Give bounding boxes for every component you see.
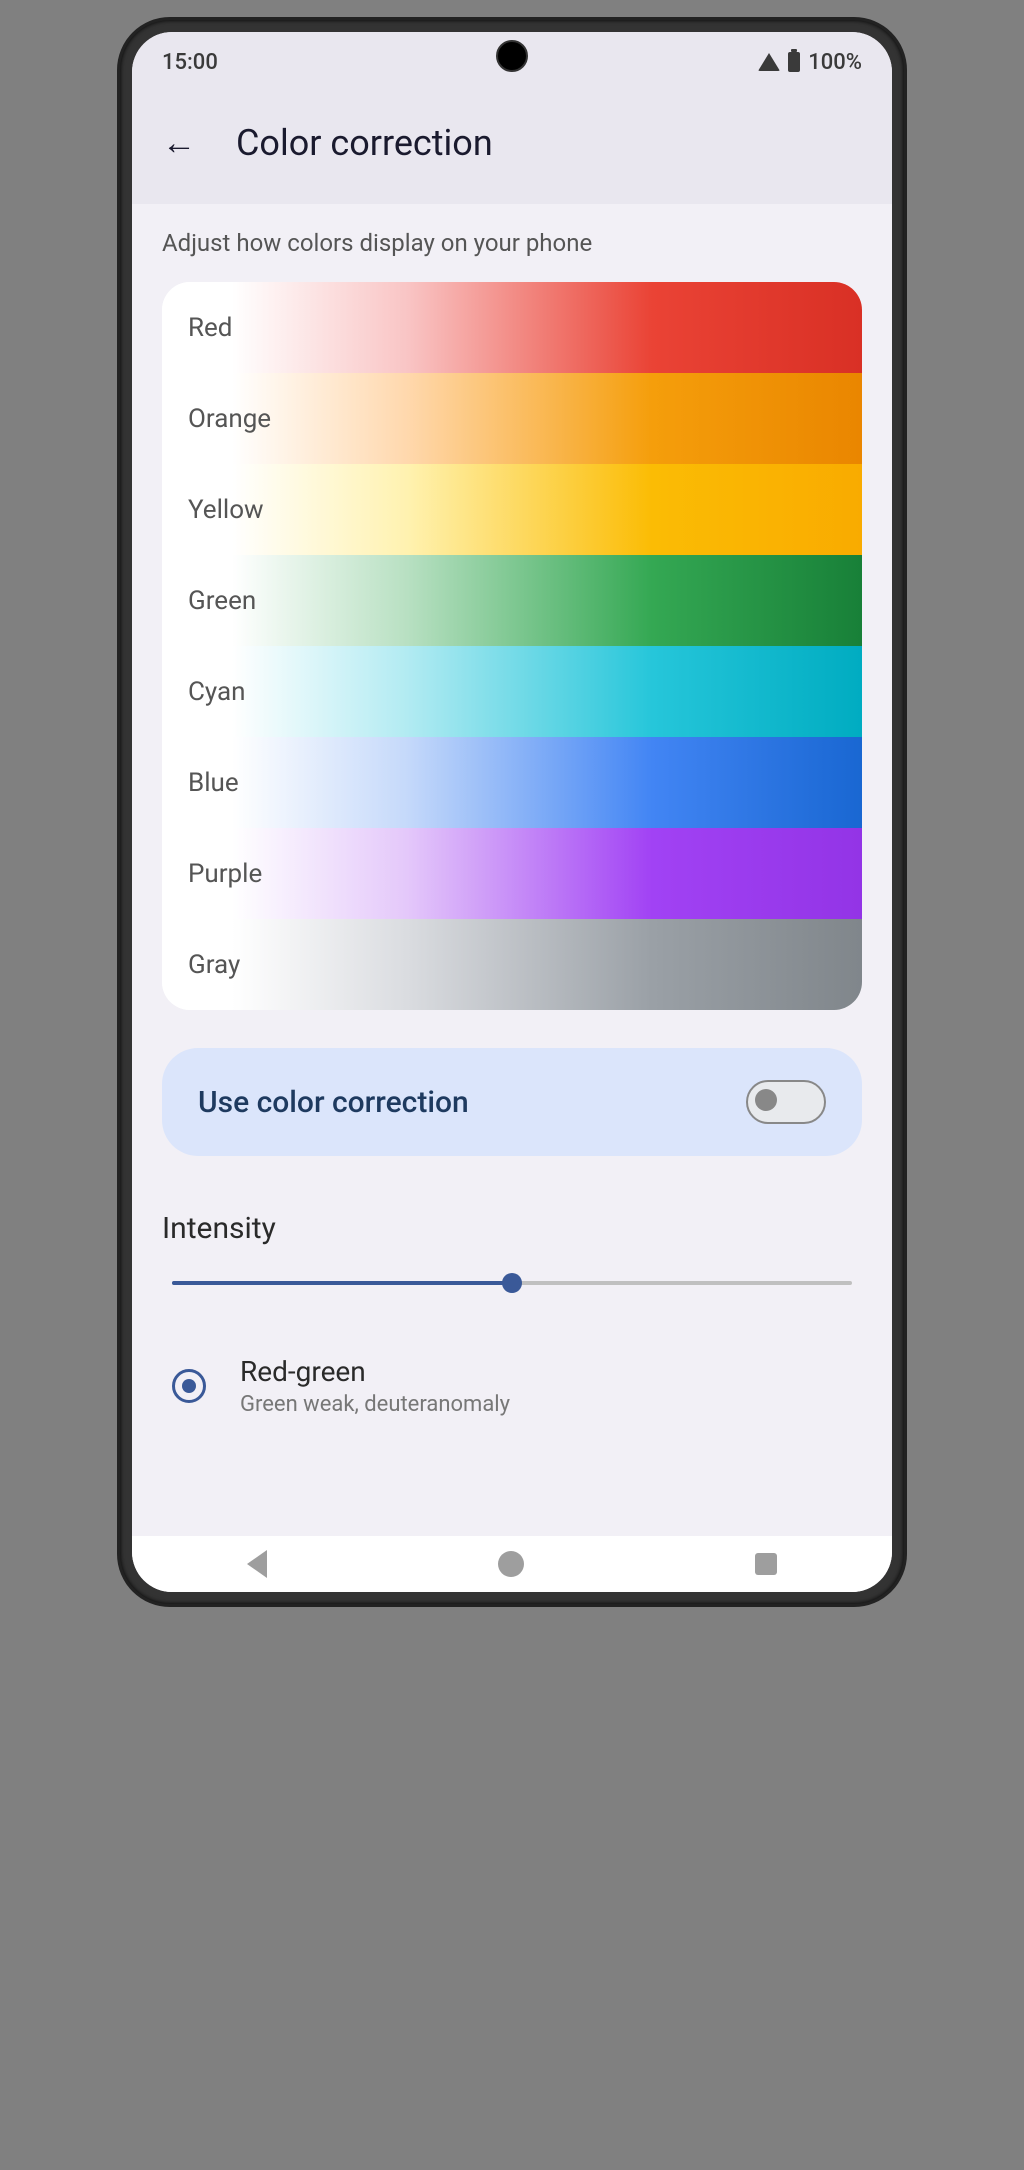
- color-row-green: Green: [162, 555, 862, 646]
- page-subtitle: Adjust how colors display on your phone: [162, 229, 862, 257]
- content-area: Adjust how colors display on your phone …: [132, 204, 892, 1442]
- color-row-red: Red: [162, 282, 862, 373]
- color-label: Purple: [188, 859, 262, 889]
- option-text: Red-green Green weak, deuteranomaly: [240, 1355, 510, 1417]
- slider-thumb[interactable]: [502, 1273, 522, 1293]
- wifi-icon: [758, 53, 780, 71]
- color-label: Red: [188, 313, 232, 343]
- status-time: 15:00: [162, 50, 218, 75]
- toggle-thumb: [755, 1089, 777, 1111]
- phone-screen: 15:00 100% ← Color correction Adjust how…: [132, 32, 892, 1592]
- app-header: ← Color correction: [132, 92, 892, 204]
- radio-selected-icon: [182, 1379, 196, 1393]
- color-row-gray: Gray: [162, 919, 862, 1010]
- use-color-correction-card[interactable]: Use color correction: [162, 1048, 862, 1156]
- toggle-label: Use color correction: [198, 1085, 469, 1120]
- phone-frame: 15:00 100% ← Color correction Adjust how…: [120, 20, 904, 1604]
- back-button[interactable]: ←: [162, 123, 196, 163]
- nav-recent-icon[interactable]: [755, 1553, 777, 1575]
- color-label: Cyan: [188, 677, 246, 707]
- color-correction-toggle[interactable]: [746, 1080, 826, 1124]
- battery-percentage: 100%: [808, 50, 862, 75]
- intensity-label: Intensity: [162, 1211, 862, 1246]
- intensity-section: Intensity: [162, 1211, 862, 1285]
- color-row-blue: Blue: [162, 737, 862, 828]
- camera-punch-hole: [496, 40, 528, 72]
- color-palette: Red Orange Yellow Green Cyan: [162, 282, 862, 1010]
- page-title: Color correction: [236, 122, 493, 164]
- status-icons: 100%: [758, 50, 862, 75]
- slider-fill: [172, 1281, 512, 1285]
- color-label: Gray: [188, 950, 240, 980]
- color-label: Green: [188, 586, 256, 616]
- color-label: Orange: [188, 404, 271, 434]
- color-row-orange: Orange: [162, 373, 862, 464]
- radio-button[interactable]: [172, 1369, 206, 1403]
- color-label: Yellow: [188, 495, 264, 525]
- option-subtitle: Green weak, deuteranomaly: [240, 1392, 510, 1417]
- battery-icon: [788, 52, 800, 72]
- nav-back-icon[interactable]: [247, 1550, 267, 1578]
- intensity-slider[interactable]: [172, 1281, 852, 1285]
- option-red-green[interactable]: Red-green Green weak, deuteranomaly: [162, 1355, 862, 1417]
- color-row-yellow: Yellow: [162, 464, 862, 555]
- navigation-bar: [132, 1536, 892, 1592]
- color-label: Blue: [188, 768, 239, 798]
- option-title: Red-green: [240, 1355, 510, 1388]
- nav-home-icon[interactable]: [498, 1551, 524, 1577]
- color-row-purple: Purple: [162, 828, 862, 919]
- color-row-cyan: Cyan: [162, 646, 862, 737]
